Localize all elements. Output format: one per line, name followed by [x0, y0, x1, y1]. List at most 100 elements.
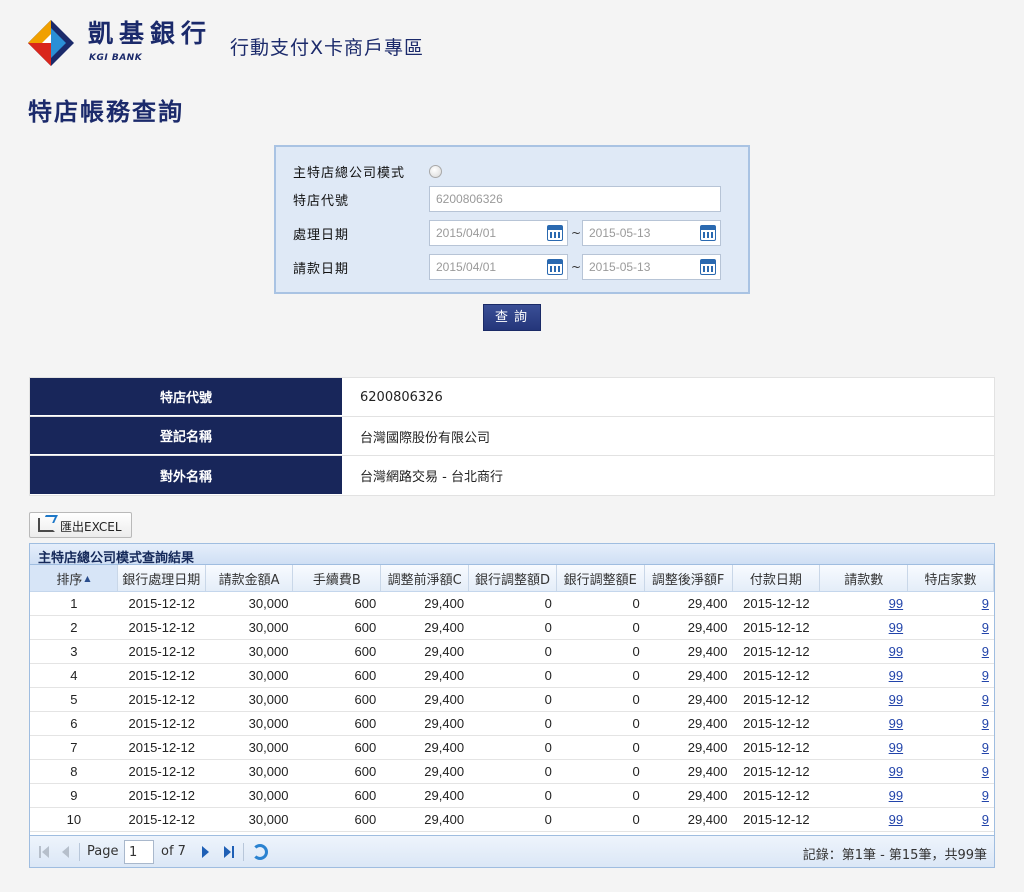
- calendar-icon[interactable]: [547, 225, 563, 241]
- column-header[interactable]: 手續費B: [293, 565, 382, 591]
- header-subtitle: 行動支付X卡商戶專區: [230, 37, 425, 59]
- column-header[interactable]: 特店家數: [908, 565, 994, 591]
- column-header[interactable]: 排序 ▲: [30, 565, 118, 591]
- request-date-to-input[interactable]: 2015-05-13: [582, 254, 721, 280]
- table-row[interactable]: 10 2015-12-12 30,000 600 29,400 0 0 29,400 2015-…: [30, 808, 994, 832]
- table-row[interactable]: 1 2015-12-12 30,000 600 29,400 0 0 29,400 2015-1…: [30, 592, 994, 616]
- table-row[interactable]: 3 2015-12-12 30,000 600 29,400 0 0 29,400 2015-1…: [30, 640, 994, 664]
- calendar-icon[interactable]: [700, 259, 716, 275]
- store-count-link[interactable]: 9: [982, 692, 989, 707]
- table-cell: 29,400: [424, 620, 465, 635]
- table-cell: 29,400: [687, 740, 728, 755]
- process-date-label: 處理日期: [293, 228, 350, 243]
- request-count-link[interactable]: 99: [889, 644, 903, 659]
- table-row[interactable]: 8 2015-12-12 30,000 600 29,400 0 0 29,400 2015-1…: [30, 760, 994, 784]
- column-header[interactable]: 銀行調整額D: [469, 565, 557, 591]
- table-cell: 2015-12-12: [743, 644, 810, 659]
- page-number-input[interactable]: 1: [124, 840, 154, 864]
- table-cell: 99: [820, 712, 908, 735]
- export-excel-button[interactable]: 匯出EXCEL: [29, 512, 132, 538]
- request-count-link[interactable]: 99: [889, 692, 903, 707]
- column-header-label: 銀行處理日期: [122, 572, 201, 588]
- query-button[interactable]: 查詢: [483, 304, 541, 331]
- request-count-link[interactable]: 99: [889, 596, 903, 611]
- table-cell: 29,400: [687, 812, 728, 827]
- table-cell: 29,400: [424, 716, 465, 731]
- request-count-link[interactable]: 99: [889, 716, 903, 731]
- table-cell: 30,000: [248, 596, 289, 611]
- prev-page-icon[interactable]: [62, 846, 69, 858]
- store-count-link[interactable]: 9: [982, 716, 989, 731]
- table-cell: 29,400: [424, 692, 465, 707]
- table-cell: 30,000: [248, 620, 289, 635]
- column-header-label: 排序: [56, 572, 83, 588]
- column-header[interactable]: 請款數: [820, 565, 909, 591]
- table-cell: 99: [820, 664, 908, 687]
- calendar-icon[interactable]: [700, 225, 716, 241]
- info-key: 特店代號: [30, 378, 342, 416]
- process-date-to-input[interactable]: 2015-05-13: [582, 220, 721, 246]
- merchant-id-input[interactable]: 6200806326: [429, 186, 721, 212]
- store-count-link[interactable]: 9: [982, 740, 989, 755]
- column-header[interactable]: 付款日期: [733, 565, 821, 591]
- last-page-icon[interactable]: [224, 846, 231, 858]
- info-row: 登記名稱 台灣國際股份有限公司: [30, 417, 994, 456]
- table-cell: 99: [820, 784, 908, 807]
- table-row[interactable]: 7 2015-12-12 30,000 600 29,400 0 0 29,400 2015-1…: [30, 736, 994, 760]
- process-date-from-input[interactable]: 2015/04/01: [429, 220, 568, 246]
- range-separator: ~: [571, 260, 582, 274]
- table-cell: 29,400: [424, 644, 465, 659]
- column-header[interactable]: 銀行調整額E: [557, 565, 645, 591]
- table-cell: 9: [908, 592, 994, 615]
- table-cell: 30,000: [248, 668, 289, 683]
- calendar-icon[interactable]: [547, 259, 563, 275]
- table-cell: 30,000: [248, 740, 289, 755]
- store-count-link[interactable]: 9: [982, 668, 989, 683]
- mode-radio[interactable]: [429, 165, 442, 178]
- grid-body: 1 2015-12-12 30,000 600 29,400 0 0 29,400 2015-1…: [30, 592, 994, 832]
- table-row[interactable]: 9 2015-12-12 30,000 600 29,400 0 0 29,400 2015-1…: [30, 784, 994, 808]
- table-cell: 600: [354, 596, 377, 611]
- column-header[interactable]: 調整後淨額F: [645, 565, 733, 591]
- store-count-link[interactable]: 9: [982, 620, 989, 635]
- store-count-link[interactable]: 9: [982, 788, 989, 803]
- table-cell: 9: [908, 760, 994, 783]
- request-count-link[interactable]: 99: [889, 740, 903, 755]
- store-count-link[interactable]: 9: [982, 764, 989, 779]
- store-count-link[interactable]: 9: [982, 644, 989, 659]
- first-page-icon[interactable]: [42, 846, 49, 858]
- table-cell: 2015-12-12: [128, 668, 195, 683]
- table-cell: 0: [544, 644, 552, 659]
- column-header-label: 調整後淨額F: [651, 572, 725, 588]
- table-row[interactable]: 2 2015-12-12 30,000 600 29,400 0 0 29,400 2015-1…: [30, 616, 994, 640]
- table-cell: 9: [908, 736, 994, 759]
- next-page-icon[interactable]: [202, 846, 209, 858]
- table-cell: 99: [820, 616, 908, 639]
- table-cell: 2015-12-12: [743, 596, 810, 611]
- table-cell: 2015-12-12: [743, 668, 810, 683]
- request-count-link[interactable]: 99: [889, 764, 903, 779]
- first-page-bar: [39, 846, 41, 858]
- info-row: 特店代號 6200806326: [30, 378, 994, 417]
- table-cell: 2015-12-12: [128, 644, 195, 659]
- table-cell: 0: [544, 716, 552, 731]
- column-header[interactable]: 請款金額A: [206, 565, 294, 591]
- table-row[interactable]: 5 2015-12-12 30,000 600 29,400 0 0 29,400 2015-1…: [30, 688, 994, 712]
- request-date-from-input[interactable]: 2015/04/01: [429, 254, 568, 280]
- request-count-link[interactable]: 99: [889, 788, 903, 803]
- merchant-id-label: 特店代號: [293, 194, 350, 209]
- table-cell: 2015-12-12: [743, 812, 810, 827]
- table-row[interactable]: 4 2015-12-12 30,000 600 29,400 0 0 29,400 2015-1…: [30, 664, 994, 688]
- store-count-link[interactable]: 9: [982, 596, 989, 611]
- grid-header: 排序 ▲ 銀行處理日期 請款金額A 手續費B 調整前淨額C 銀行調整額D 銀行調整額E 調整後淨…: [30, 565, 994, 592]
- table-cell: 99: [820, 688, 908, 711]
- store-count-link[interactable]: 9: [982, 812, 989, 827]
- request-count-link[interactable]: 99: [889, 620, 903, 635]
- column-header[interactable]: 調整前淨額C: [381, 565, 470, 591]
- request-count-link[interactable]: 99: [889, 668, 903, 683]
- table-cell: 0: [544, 668, 552, 683]
- column-header[interactable]: 銀行處理日期: [118, 565, 206, 591]
- refresh-icon[interactable]: [252, 844, 268, 860]
- table-row[interactable]: 6 2015-12-12 30,000 600 29,400 0 0 29,400 2015-1…: [30, 712, 994, 736]
- request-count-link[interactable]: 99: [889, 812, 903, 827]
